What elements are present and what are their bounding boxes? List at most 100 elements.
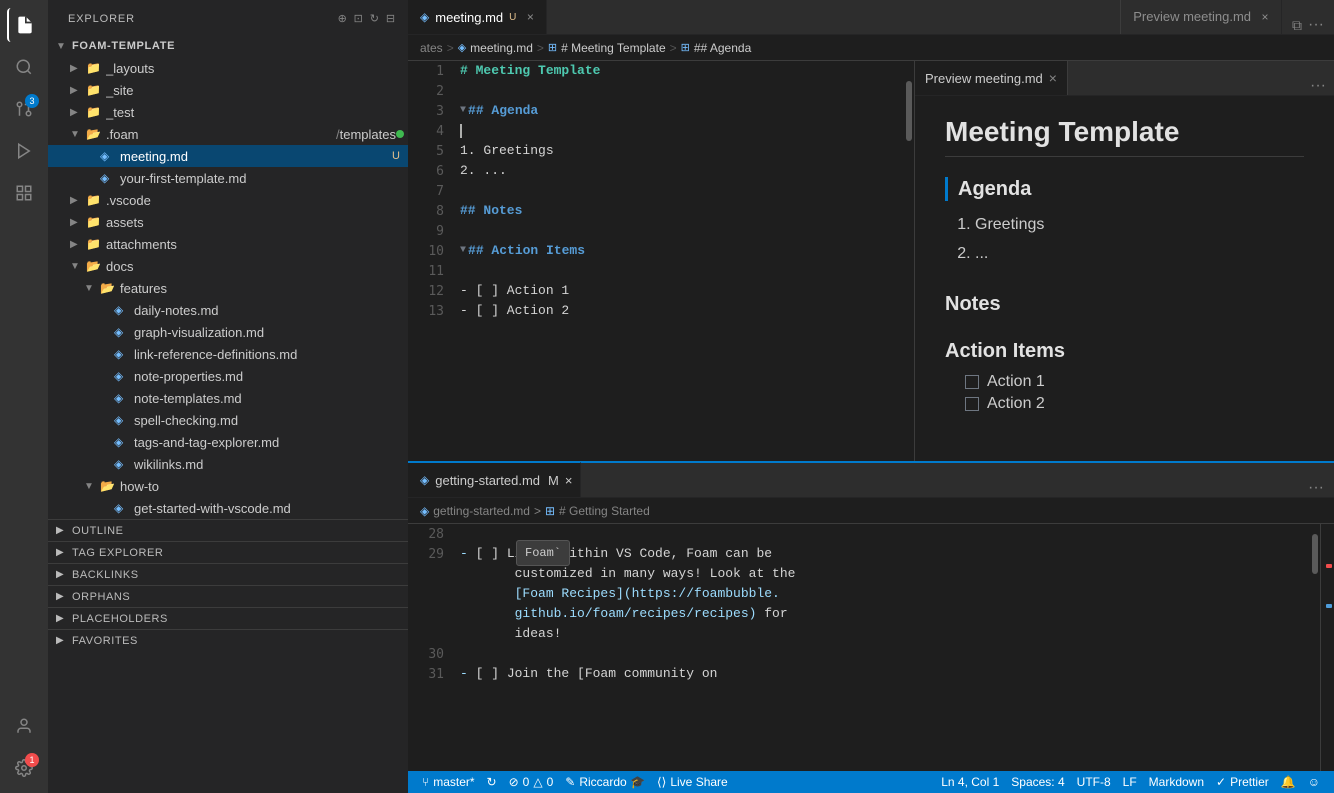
- files-icon[interactable]: [7, 8, 41, 42]
- sidebar-item-features[interactable]: ▼ 📂 features: [48, 277, 408, 299]
- bottom-sep1: >: [534, 504, 541, 518]
- tab-preview[interactable]: Preview meeting.md ×: [1120, 0, 1282, 34]
- run-icon[interactable]: [7, 134, 41, 168]
- status-errors[interactable]: ⊘ 0 △ 0: [503, 771, 560, 793]
- tab-meeting[interactable]: ◈ meeting.md U ×: [408, 0, 547, 34]
- search-icon[interactable]: [7, 50, 41, 84]
- bottom-line29-text: [ ] Living within VS Code, Foam can be: [468, 544, 772, 564]
- sidebar-item-docs[interactable]: ▼ 📂 docs: [48, 255, 408, 277]
- sidebar-item-note-props[interactable]: ▶ ◈ note-properties.md: [48, 365, 408, 387]
- new-file-icon[interactable]: ⊕: [338, 12, 348, 25]
- note-props-icon: ◈: [114, 369, 130, 383]
- graph-label: graph-visualization.md: [134, 325, 408, 340]
- collapse-all-icon[interactable]: ⊟: [386, 12, 396, 25]
- branch-label: master*: [433, 775, 474, 789]
- refresh-icon[interactable]: ↻: [370, 12, 380, 25]
- status-user[interactable]: ✎ Riccardo 🎓: [559, 771, 651, 793]
- sidebar-item-wikilinks[interactable]: ▶ ◈ wikilinks.md: [48, 453, 408, 475]
- foam-templates-label: templates: [340, 127, 396, 142]
- status-spaces[interactable]: Spaces: 4: [1005, 771, 1070, 793]
- account-icon[interactable]: [7, 709, 41, 743]
- wikilinks-label: wikilinks.md: [134, 457, 408, 472]
- breadcrumb-meeting[interactable]: meeting.md: [470, 41, 533, 55]
- sidebar-item-vscode[interactable]: ▶ 📁 .vscode: [48, 189, 408, 211]
- sidebar-item-assets[interactable]: ▶ 📁 assets: [48, 211, 408, 233]
- collapse-3[interactable]: ▼: [460, 101, 466, 121]
- breadcrumb-agenda[interactable]: ## Agenda: [694, 41, 751, 55]
- top-scrollbar[interactable]: [904, 61, 914, 461]
- sidebar-item-note-tmpl[interactable]: ▶ ◈ note-templates.md: [48, 387, 408, 409]
- status-branch[interactable]: ⑂ master*: [416, 771, 481, 793]
- your-first-icon: ◈: [100, 171, 116, 185]
- tab-getting-started[interactable]: ◈ getting-started.md M ×: [408, 462, 581, 497]
- meeting-tab-icon: ◈: [420, 10, 429, 24]
- bottom-scrollbar[interactable]: [1310, 524, 1320, 771]
- wikilinks-icon: ◈: [114, 457, 130, 471]
- status-feedback[interactable]: ☺: [1302, 771, 1326, 793]
- status-sync[interactable]: ↻: [481, 771, 503, 793]
- sidebar-section-orphans[interactable]: ▶ ORPHANS: [48, 585, 408, 607]
- favorites-label: FAVORITES: [72, 635, 138, 647]
- status-encoding[interactable]: UTF-8: [1071, 771, 1117, 793]
- getting-started-close[interactable]: ×: [565, 473, 573, 488]
- preview-close[interactable]: ×: [1257, 9, 1273, 25]
- status-language[interactable]: Markdown: [1143, 771, 1210, 793]
- sidebar-section-backlinks[interactable]: ▶ BACKLINKS: [48, 563, 408, 585]
- meeting-tab-close[interactable]: ×: [522, 9, 538, 25]
- sidebar-item-get-started[interactable]: ▶ ◈ get-started-with-vscode.md: [48, 497, 408, 519]
- status-prettier[interactable]: ✓ Prettier: [1210, 771, 1275, 793]
- code-line-7: [460, 181, 904, 201]
- sidebar-item-graph[interactable]: ▶ ◈ graph-visualization.md: [48, 321, 408, 343]
- sidebar-section-outline[interactable]: ▶ OUTLINE: [48, 519, 408, 541]
- preview-more-icon[interactable]: ···: [1310, 77, 1326, 95]
- prettier-icon: ✓: [1216, 775, 1226, 789]
- sidebar-item-your-first[interactable]: ▶ ◈ your-first-template.md: [48, 167, 408, 189]
- bottom-bc-heading[interactable]: # Getting Started: [559, 504, 650, 518]
- note-props-label: note-properties.md: [134, 369, 408, 384]
- sidebar-item-meeting[interactable]: ▶ ◈ meeting.md U: [48, 145, 408, 167]
- code-line-8: ## Notes: [460, 201, 904, 221]
- language-label: Markdown: [1149, 775, 1204, 789]
- sidebar-item-tags[interactable]: ▶ ◈ tags-and-tag-explorer.md: [48, 431, 408, 453]
- line-num-3: 3: [408, 101, 456, 121]
- line-num-7: 7: [408, 181, 456, 201]
- preview-tab-close[interactable]: ×: [1049, 70, 1057, 86]
- tag-explorer-arrow: ▶: [56, 547, 72, 558]
- top-tab-bar: ◈ meeting.md U × Preview meeting.md × ⧉ …: [408, 0, 1334, 35]
- bottom-code-line-29: - [ ] Living within VS Code, Foam can be: [460, 544, 1310, 564]
- sidebar-item-test[interactable]: ▶ 📁 _test: [48, 101, 408, 123]
- sidebar-section-placeholders[interactable]: ▶ PLACEHOLDERS: [48, 607, 408, 629]
- sidebar-item-layouts[interactable]: ▶ 📁 _layouts: [48, 57, 408, 79]
- source-control-icon[interactable]: 3: [7, 92, 41, 126]
- bottom-more-icon[interactable]: ···: [1308, 479, 1324, 497]
- sidebar-section-tag-explorer[interactable]: ▶ TAG EXPLORER: [48, 541, 408, 563]
- status-live-share[interactable]: ⟨⟩ Live Share: [651, 771, 734, 793]
- status-eol[interactable]: LF: [1117, 771, 1143, 793]
- new-folder-icon[interactable]: ⊡: [354, 12, 364, 25]
- sidebar-item-link-ref[interactable]: ▶ ◈ link-reference-definitions.md: [48, 343, 408, 365]
- status-position[interactable]: Ln 4, Col 1: [935, 771, 1005, 793]
- sidebar-item-spell-check[interactable]: ▶ ◈ spell-checking.md: [48, 409, 408, 431]
- sep3: >: [670, 41, 677, 55]
- more-icon[interactable]: ···: [1308, 16, 1324, 34]
- collapse-10[interactable]: ▼: [460, 241, 466, 261]
- settings-icon[interactable]: 1: [7, 751, 41, 785]
- sidebar-item-daily-notes[interactable]: ▶ ◈ daily-notes.md: [48, 299, 408, 321]
- sidebar-item-how-to[interactable]: ▼ 📂 how-to: [48, 475, 408, 497]
- split-icon[interactable]: ⧉: [1292, 17, 1302, 34]
- breadcrumb-meeting-template[interactable]: # Meeting Template: [561, 41, 666, 55]
- bottom-code-content[interactable]: Foam` - [ ] Living within VS Code, Foam …: [456, 524, 1310, 771]
- sidebar-item-site[interactable]: ▶ 📁 _site: [48, 79, 408, 101]
- code-content[interactable]: # Meeting Template ▼ ## Agenda 1. Greeti…: [456, 61, 904, 461]
- bottom-bc-file[interactable]: getting-started.md: [433, 504, 530, 518]
- extensions-icon[interactable]: [7, 176, 41, 210]
- layouts-arrow: ▶: [70, 63, 86, 74]
- sidebar-item-foam[interactable]: ▼ 📂 .foam / templates: [48, 123, 408, 145]
- how-to-arrow: ▼: [84, 481, 100, 492]
- sidebar-item-attachments[interactable]: ▶ 📁 attachments: [48, 233, 408, 255]
- status-notifications[interactable]: 🔔: [1275, 771, 1302, 793]
- root-folder[interactable]: ▼ FOAM-TEMPLATE: [48, 35, 408, 57]
- preview-panel-tab[interactable]: Preview meeting.md ×: [915, 61, 1068, 95]
- info-marker: [1326, 604, 1332, 608]
- sidebar-section-favorites[interactable]: ▶ FAVORITES: [48, 629, 408, 651]
